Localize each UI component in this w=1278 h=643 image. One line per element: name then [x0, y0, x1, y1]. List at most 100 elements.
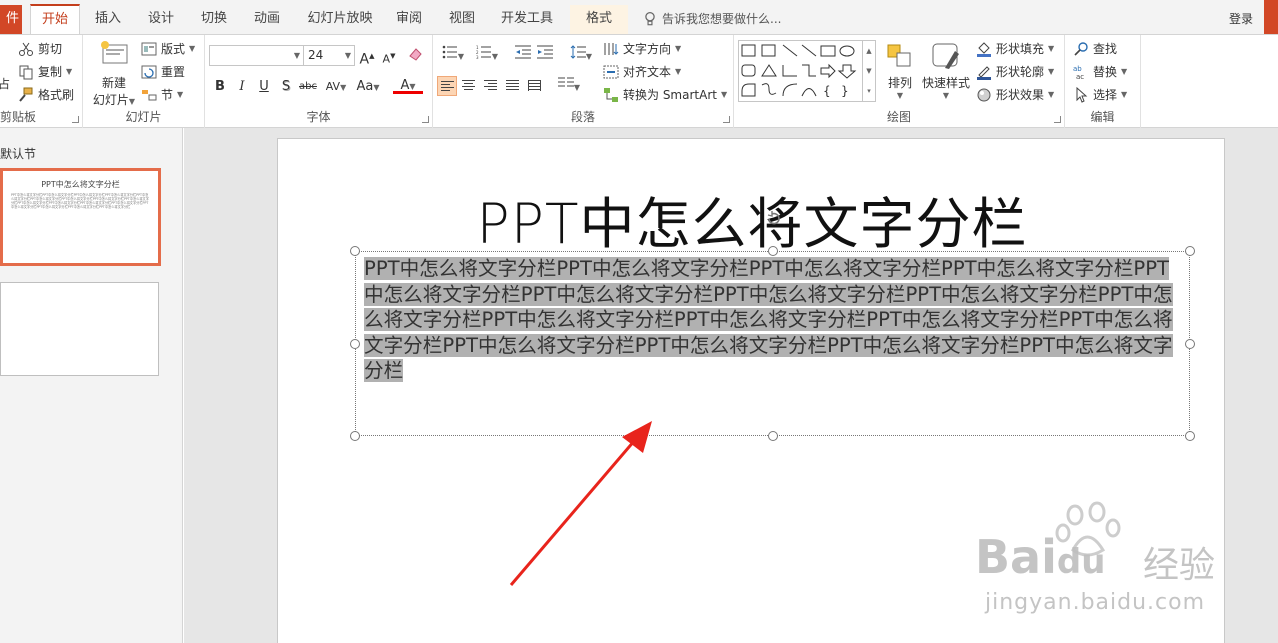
- thumbnail-body: PPT中怎么将文字分栏PPT中怎么将文字分栏PPT中怎么将文字分栏PPT中怎么将…: [11, 193, 149, 209]
- select-button[interactable]: 选择 ▼: [1073, 86, 1127, 103]
- line-spacing-button[interactable]: ▼: [567, 45, 595, 65]
- distributed-button[interactable]: [525, 76, 545, 96]
- resize-handle-bottom[interactable]: [768, 431, 778, 441]
- clear-format-button[interactable]: [405, 46, 425, 66]
- align-center-button[interactable]: [459, 76, 479, 96]
- selected-body-text[interactable]: PPT中怎么将文字分栏PPT中怎么将文字分栏PPT中怎么将文字分栏PPT中怎么将…: [364, 256, 1182, 384]
- group-slides: 新建 幻灯片▼ 版式 ▼ 重置 节 ▼ 幻灯片: [83, 35, 205, 128]
- drawing-launcher[interactable]: [1054, 116, 1061, 123]
- svg-text:}: }: [841, 84, 849, 98]
- layout-button[interactable]: 版式 ▼: [141, 40, 195, 57]
- tab-format[interactable]: 格式: [570, 5, 628, 34]
- font-size-value: 24: [308, 48, 324, 62]
- eraser-icon: [409, 48, 422, 61]
- underline-button[interactable]: U: [254, 77, 274, 97]
- new-slide-button[interactable]: 新建 幻灯片▼: [91, 39, 137, 108]
- section-header[interactable]: 默认节: [0, 145, 36, 162]
- char-spacing-button[interactable]: AV▼: [321, 77, 351, 97]
- resize-handle-top[interactable]: [768, 246, 778, 256]
- tab-review[interactable]: 审阅: [387, 5, 431, 34]
- copy-label: 复制: [38, 65, 63, 79]
- slide-thumbnail-1[interactable]: PPT中怎么将文字分栏 PPT中怎么将文字分栏PPT中怎么将文字分栏PPT中怎么…: [0, 168, 161, 266]
- paragraph-launcher[interactable]: [723, 116, 730, 123]
- watermark-cn: 经验: [1143, 545, 1216, 586]
- rotate-handle-icon[interactable]: [766, 210, 782, 226]
- columns-button[interactable]: ▼: [555, 76, 583, 96]
- shape-fill-button[interactable]: 形状填充 ▼: [976, 40, 1054, 57]
- find-button[interactable]: 查找: [1073, 40, 1117, 57]
- numbered-list-icon: 123: [476, 45, 491, 60]
- shapes-gallery[interactable]: {} ▲ ▼ ▾: [738, 40, 876, 102]
- shrink-font-button[interactable]: A▼: [379, 46, 399, 66]
- align-right-button[interactable]: [481, 76, 501, 96]
- slide-thumbnail-2[interactable]: [0, 282, 159, 376]
- tab-developer[interactable]: 开发工具: [495, 5, 559, 34]
- shape-effects-button[interactable]: 形状效果 ▼: [976, 86, 1054, 103]
- tell-me-box[interactable]: 告诉我您想要做什么...: [642, 10, 781, 27]
- chevron-down-icon: ▼: [293, 51, 300, 60]
- pen-icon: [977, 65, 991, 80]
- bullets-button[interactable]: ▼: [439, 45, 467, 65]
- svg-text:ac: ac: [1076, 73, 1084, 80]
- tab-transitions[interactable]: 切换: [192, 5, 236, 34]
- font-color-button[interactable]: A▼: [393, 77, 423, 94]
- increase-indent-button[interactable]: [535, 45, 555, 65]
- tab-design[interactable]: 设计: [139, 5, 183, 34]
- resize-handle-top-right[interactable]: [1185, 246, 1195, 256]
- text-placeholder-selected[interactable]: PPT中怎么将文字分栏PPT中怎么将文字分栏PPT中怎么将文字分栏PPT中怎么将…: [350, 211, 1195, 441]
- numbering-button[interactable]: 1 2 3 ▼: [473, 45, 501, 65]
- resize-handle-bottom-right[interactable]: [1185, 431, 1195, 441]
- resize-handle-left[interactable]: [350, 339, 360, 349]
- group-editing: 查找 ab ac 替换 ▼ 选择 ▼ 编辑: [1065, 35, 1141, 128]
- tab-home[interactable]: 开始: [30, 4, 80, 35]
- align-left-button[interactable]: [437, 76, 457, 96]
- font-launcher[interactable]: [422, 116, 429, 123]
- font-name-box[interactable]: ▼: [209, 45, 304, 66]
- change-case-button[interactable]: Aa▼: [353, 77, 383, 97]
- group-paragraph: ▼ 123▼ ▼ 文字方向▼ 对齐文本▼ 转换为 SmartArt▼: [433, 35, 734, 128]
- grow-font-button[interactable]: A▲: [357, 46, 377, 68]
- editing-group-label: 编辑: [1090, 110, 1115, 124]
- reset-button[interactable]: 重置: [141, 63, 185, 80]
- decrease-indent-button[interactable]: [513, 45, 533, 65]
- tab-slideshow[interactable]: 幻灯片放映: [300, 5, 380, 34]
- file-tab[interactable]: 件: [0, 5, 22, 34]
- copy-button[interactable]: 复制 ▼: [18, 63, 72, 80]
- resize-handle-right[interactable]: [1185, 339, 1195, 349]
- slide-title[interactable]: PPT中怎么将文字分栏: [278, 179, 1226, 259]
- resize-handle-top-left[interactable]: [350, 246, 360, 256]
- align-text-button[interactable]: 对齐文本 ▼: [603, 63, 681, 80]
- strikethrough-button[interactable]: abc: [298, 77, 318, 97]
- paste-button[interactable]: 占: [0, 75, 10, 92]
- font-size-box[interactable]: 24 ▼: [303, 45, 355, 66]
- chevron-down-icon: ▼: [1048, 67, 1055, 76]
- convert-smartart-button[interactable]: 转换为 SmartArt ▼: [603, 86, 727, 103]
- new-slide-label-2: 幻灯片▼: [92, 93, 136, 107]
- paint-bucket-icon: [977, 41, 991, 57]
- arrange-button[interactable]: 排列 ▼: [882, 41, 918, 100]
- shape-outline-button[interactable]: 形状轮廓 ▼: [976, 63, 1054, 80]
- italic-button[interactable]: I: [232, 77, 252, 97]
- bold-button[interactable]: B: [210, 77, 230, 97]
- tab-insert[interactable]: 插入: [86, 5, 130, 34]
- login-link[interactable]: 登录: [1229, 10, 1253, 27]
- cut-button[interactable]: 剪切: [18, 40, 62, 57]
- account-badge[interactable]: [1264, 0, 1278, 34]
- justify-button[interactable]: [503, 76, 523, 96]
- ribbon: 占 剪切 复制 ▼ 格式刷 剪贴板 新建 幻灯片▼ 版式 ▼ 重置 节 ▼ 幻灯…: [0, 34, 1278, 128]
- resize-handle-bottom-left[interactable]: [350, 431, 360, 441]
- replace-button[interactable]: ab ac 替换 ▼: [1073, 63, 1127, 80]
- gallery-scroll[interactable]: ▲ ▼ ▾: [862, 41, 875, 101]
- tab-animations[interactable]: 动画: [245, 5, 289, 34]
- section-label: 节: [161, 88, 174, 102]
- clipboard-launcher[interactable]: [72, 116, 79, 123]
- arrange-icon: [887, 44, 911, 67]
- format-painter-button[interactable]: 格式刷: [18, 86, 74, 103]
- tab-view[interactable]: 视图: [440, 5, 484, 34]
- drawing-group-label: 绘图: [886, 110, 911, 124]
- section-button[interactable]: 节 ▼: [141, 86, 183, 103]
- chevron-down-icon: ▼: [1121, 90, 1128, 99]
- quick-styles-button[interactable]: 快速样式 ▼: [920, 41, 972, 100]
- shadow-button[interactable]: S: [276, 77, 296, 97]
- text-direction-button[interactable]: 文字方向 ▼: [603, 40, 681, 57]
